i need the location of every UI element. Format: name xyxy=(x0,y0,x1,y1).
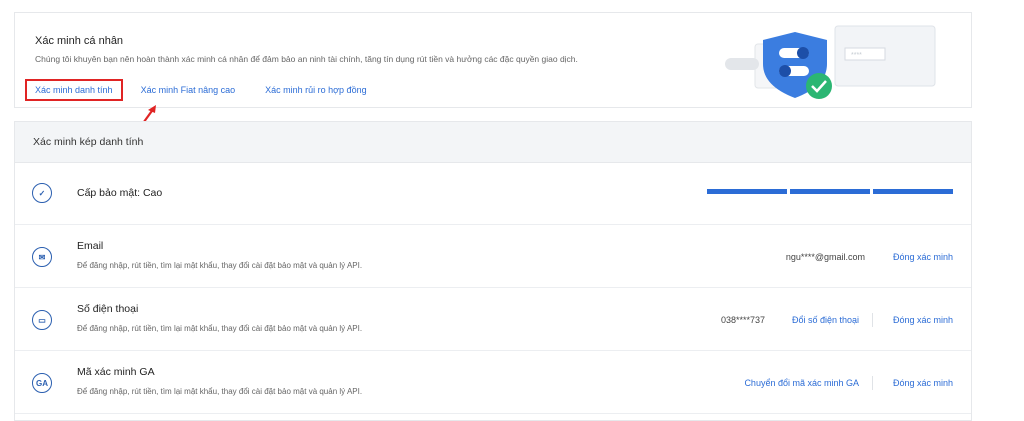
security-level-bar xyxy=(707,189,956,194)
phone-title: Số điện thoại xyxy=(77,303,139,315)
ga-row: GA Mã xác minh GA Để đăng nhập, rút tiền… xyxy=(15,350,971,414)
phone-row: ▭ Số điện thoại Để đăng nhập, rút tiền, … xyxy=(15,287,971,351)
ga-description: Để đăng nhập, rút tiền, tìm lại mật khẩu… xyxy=(77,387,363,396)
email-icon: ✉ xyxy=(32,247,52,267)
change-ga-link[interactable]: Chuyển đổi mã xác minh GA xyxy=(744,378,859,388)
kyc-title: Xác minh cá nhân xyxy=(35,35,124,47)
security-level-segment xyxy=(707,189,787,194)
ga-disable-link[interactable]: Đóng xác minh xyxy=(893,378,953,388)
email-title: Email xyxy=(77,240,104,252)
phone-value: 038****737 xyxy=(720,315,765,325)
kyc-description: Chúng tôi khuyên bạn nên hoàn thành xác … xyxy=(35,54,578,64)
change-phone-link[interactable]: Đổi số điện thoại xyxy=(792,315,859,325)
two-factor-header: Xác minh kép danh tính xyxy=(15,122,971,163)
security-level-icon: ✓ xyxy=(32,183,52,203)
svg-text:****: **** xyxy=(851,52,862,59)
two-factor-card: Xác minh kép danh tính ✓ Cấp bảo mật: Ca… xyxy=(14,121,972,421)
security-level-segment xyxy=(790,189,870,194)
phone-disable-link[interactable]: Đóng xác minh xyxy=(893,315,953,325)
two-factor-title: Xác minh kép danh tính xyxy=(33,136,144,148)
ga-title: Mã xác minh GA xyxy=(77,366,155,378)
phone-icon: ▭ xyxy=(32,310,52,330)
divider xyxy=(872,376,873,390)
security-level-label: Cấp bảo mật: Cao xyxy=(77,187,163,199)
divider xyxy=(872,313,873,327)
kyc-card: Xác minh cá nhân Chúng tôi khuyên bạn nê… xyxy=(14,12,972,108)
fiat-verification-link[interactable]: Xác minh Fiat nâng cao xyxy=(141,85,236,95)
contract-risk-verification-link[interactable]: Xác minh rủi ro hợp đồng xyxy=(265,85,366,95)
kyc-links: Xác minh danh tính Xác minh Fiat nâng ca… xyxy=(25,79,397,101)
security-level-row: ✓ Cấp bảo mật: Cao xyxy=(15,162,971,225)
security-level-segment xyxy=(873,189,953,194)
security-page: Xác minh cá nhân Chúng tôi khuyên bạn nê… xyxy=(0,0,1024,421)
email-row: ✉ Email Để đăng nhập, rút tiền, tìm lại … xyxy=(15,224,971,288)
security-shield-illustration: **** xyxy=(725,25,936,99)
email-value: ngu****@gmail.com xyxy=(785,252,865,262)
email-disable-link[interactable]: Đóng xác minh xyxy=(893,252,953,262)
ga-icon: GA xyxy=(32,373,52,393)
identity-verification-link[interactable]: Xác minh danh tính xyxy=(25,79,123,101)
email-description: Để đăng nhập, rút tiền, tìm lại mật khẩu… xyxy=(77,261,363,270)
phone-description: Để đăng nhập, rút tiền, tìm lại mật khẩu… xyxy=(77,324,363,333)
